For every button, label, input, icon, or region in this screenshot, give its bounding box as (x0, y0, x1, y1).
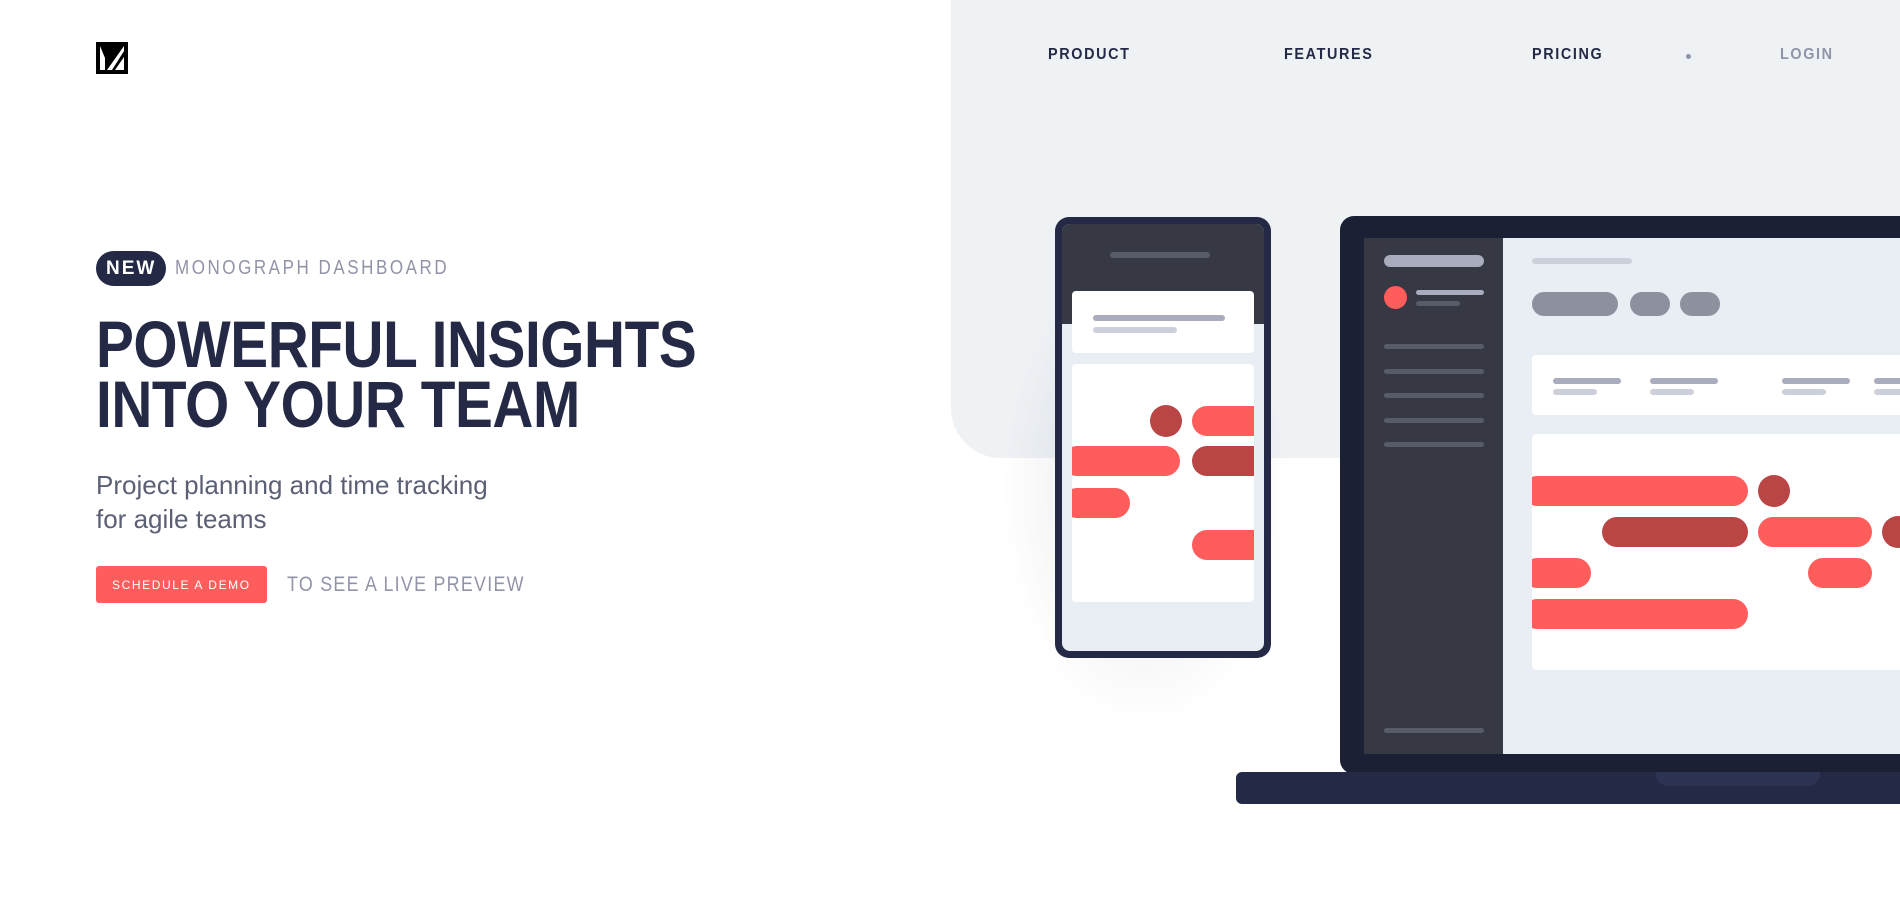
timeline-bar (1808, 558, 1872, 588)
schedule-demo-button[interactable]: SCHEDULE A DEMO (96, 566, 267, 603)
phone-summary-line (1093, 315, 1225, 321)
phone-timeline-bar (1192, 530, 1254, 560)
nav-login[interactable]: LOGIN (1780, 46, 1834, 64)
phone-timeline-bar (1072, 488, 1130, 518)
phone-screen (1062, 224, 1264, 651)
main-timeline-card (1532, 434, 1900, 670)
timeline-bar (1532, 558, 1591, 588)
phone-title-bar (1110, 252, 1210, 258)
nav-product[interactable]: PRODUCT (1048, 46, 1131, 64)
phone-timeline-dot (1150, 405, 1182, 437)
laptop-sidebar (1364, 238, 1503, 754)
stats-line (1874, 389, 1900, 395)
laptop-screen (1364, 238, 1900, 754)
stats-line (1782, 389, 1826, 395)
hero-subtext-line-1: Project planning and time tracking (96, 470, 488, 500)
timeline-dot (1758, 475, 1790, 507)
nav-features[interactable]: FEATURES (1284, 46, 1374, 64)
timeline-bar (1532, 476, 1748, 506)
stats-line (1650, 378, 1718, 384)
main-filter-pill (1532, 292, 1618, 316)
page-title: POWERFUL INSIGHTS INTO YOUR TEAM (96, 307, 697, 441)
sidebar-menu-line (1384, 344, 1484, 349)
hero-subtext: Project planning and time tracking for a… (96, 468, 556, 536)
phone-summary-line (1093, 327, 1177, 333)
stats-line (1650, 389, 1694, 395)
sidebar-menu-line (1384, 393, 1484, 398)
main-filter-pill (1630, 292, 1670, 316)
main-stats-card (1532, 355, 1900, 415)
phone-timeline-card (1072, 364, 1254, 602)
phone-mockup (1055, 217, 1271, 658)
nav-pricing[interactable]: PRICING (1532, 46, 1603, 64)
stats-line (1553, 378, 1621, 384)
phone-timeline-bar (1072, 446, 1180, 476)
sidebar-menu-line (1384, 442, 1484, 447)
phone-timeline-bar (1192, 406, 1254, 436)
badge-caption: MONOGRAPH DASHBOARD (175, 257, 450, 279)
timeline-bar (1758, 517, 1872, 547)
timeline-bar (1532, 599, 1748, 629)
main-filter-pill (1680, 292, 1720, 316)
main-title-bar (1532, 258, 1632, 264)
new-badge: NEW (96, 251, 167, 286)
phone-summary-card (1072, 291, 1254, 353)
timeline-dot (1882, 516, 1900, 548)
stats-line (1782, 378, 1850, 384)
sidebar-menu-line (1384, 369, 1484, 374)
sidebar-avatar (1384, 286, 1407, 309)
monograph-logo-icon[interactable] (96, 42, 128, 74)
cta-row: SCHEDULE A DEMO TO SEE A LIVE PREVIEW (96, 566, 566, 603)
stats-line (1553, 389, 1597, 395)
timeline-bar (1602, 517, 1748, 547)
nav-separator-dot (1686, 54, 1691, 59)
cta-note: TO SEE A LIVE PREVIEW (286, 572, 525, 596)
stats-line (1874, 378, 1900, 384)
sidebar-user-line (1416, 290, 1484, 295)
sidebar-menu-line (1384, 418, 1484, 423)
sidebar-user-line (1416, 301, 1460, 306)
landing-page: PRODUCT FEATURES PRICING LOGIN NEW MONOG… (0, 0, 1900, 915)
laptop-trackpad-notch (1656, 772, 1820, 786)
hero-subtext-line-2: for agile teams (96, 504, 267, 534)
sidebar-title-bar (1384, 255, 1484, 267)
phone-timeline-bar (1192, 446, 1254, 476)
sidebar-footer-line (1384, 728, 1484, 733)
announcement-row: NEW MONOGRAPH DASHBOARD (96, 251, 498, 286)
